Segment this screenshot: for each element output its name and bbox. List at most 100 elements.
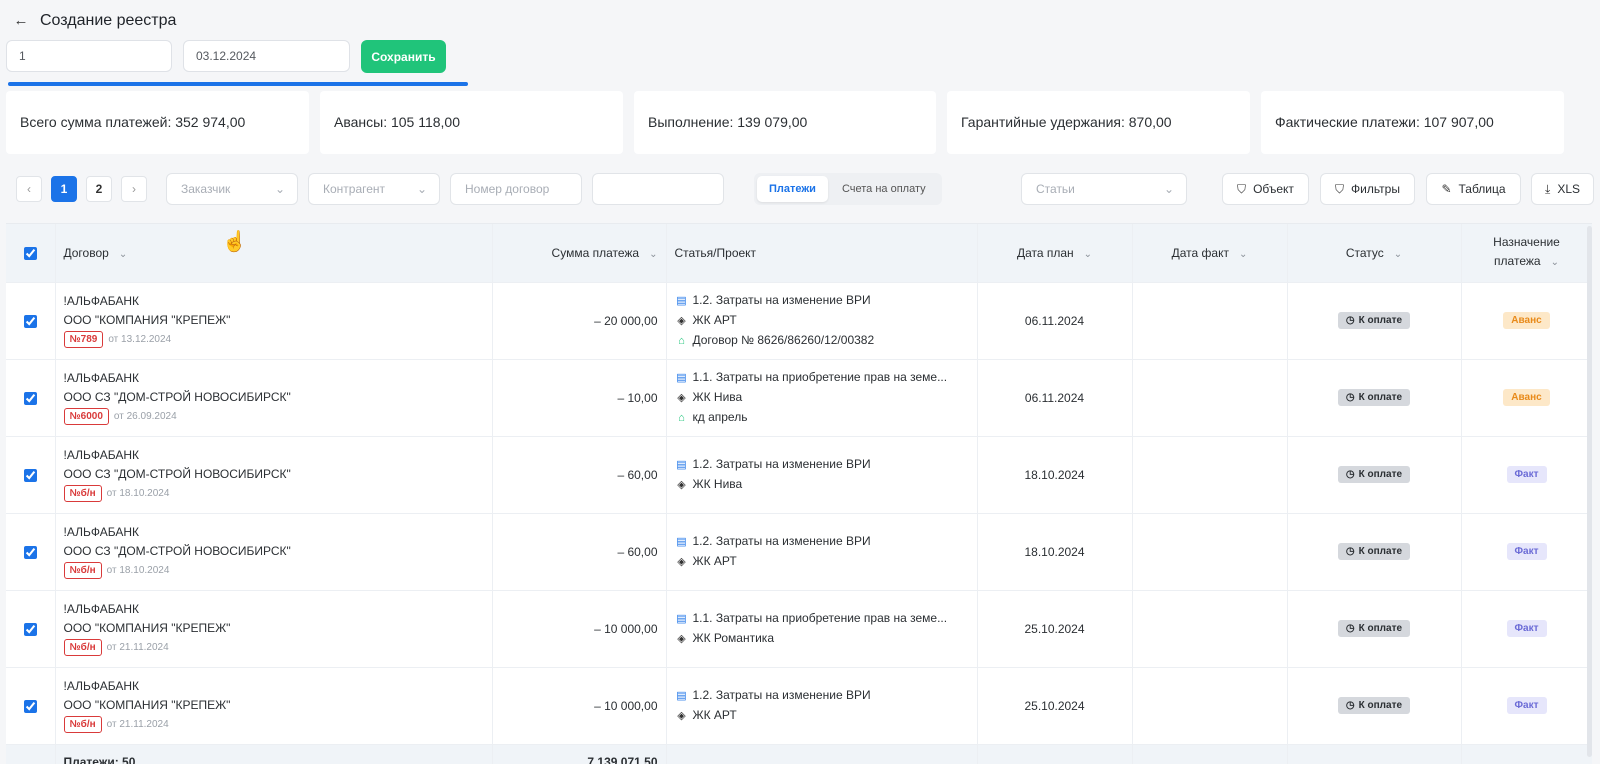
date-plan-cell: 06.11.2024: [977, 282, 1133, 360]
chevron-right-icon: ›: [132, 182, 136, 196]
funnel-icon: ⛉: [1237, 181, 1247, 196]
column-status[interactable]: Статус ⌄: [1287, 224, 1462, 283]
progress-bar: [8, 82, 468, 86]
payment-purpose-badge: Факт: [1506, 466, 1547, 483]
project-name: ЖК АРТ: [692, 707, 737, 722]
bank-name: !АЛЬФАБАНК: [63, 524, 140, 539]
arrow-left-icon: ←: [13, 12, 29, 29]
amount-cell: – 60,00: [492, 436, 667, 514]
table-scrollbar[interactable]: [1587, 226, 1592, 757]
contract-cell: !АЛЬФАБАНК ООО СЗ "ДОМ-СТРОЙ НОВОСИБИРСК"…: [55, 359, 493, 437]
table-row[interactable]: !АЛЬФАБАНК ООО "КОМПАНИЯ "КРЕПЕЖ" №б/н от 2…: [6, 590, 1592, 668]
table-row[interactable]: !АЛЬФАБАНК ООО "КОМПАНИЯ "КРЕПЕЖ" №789 от 1…: [6, 282, 1592, 360]
registry-number-input[interactable]: [6, 40, 172, 72]
row-checkbox[interactable]: [23, 468, 37, 482]
row-checkbox[interactable]: [23, 545, 37, 559]
clock-icon: ◷: [1345, 546, 1355, 557]
chevron-left-icon: ‹: [27, 182, 31, 196]
extra-search-input[interactable]: [592, 173, 724, 205]
date-plan-cell: 18.10.2024: [977, 436, 1133, 514]
filters-button[interactable]: ⛉ Фильтры: [1320, 173, 1415, 205]
table-settings-button[interactable]: ✎ Таблица: [1426, 173, 1521, 205]
tab-invoices[interactable]: Счета на оплату: [830, 176, 938, 202]
bank-name: !АЛЬФАБАНК: [63, 293, 140, 308]
customer-select[interactable]: Заказчик ⌄: [166, 173, 298, 205]
chevron-down-icon: ⌄: [274, 182, 285, 196]
bank-building-icon: ⌂: [678, 411, 685, 424]
project-name: ЖК Романтика: [692, 630, 775, 645]
purpose-cell: Факт: [1461, 436, 1592, 514]
column-date-fact[interactable]: Дата факт ⌄: [1132, 224, 1288, 283]
row-checkbox[interactable]: [23, 699, 37, 713]
pager-next-button[interactable]: ›: [121, 176, 147, 202]
column-article[interactable]: Статья/Проект: [666, 224, 978, 283]
object-filter-label: Объект: [1253, 182, 1294, 196]
amount-cell: – 10 000,00: [492, 667, 667, 745]
contract-number-tag[interactable]: №б/н: [63, 485, 102, 503]
column-article-label: Статья/Проект: [674, 245, 757, 260]
articles-select[interactable]: Статьи ⌄: [1021, 173, 1187, 205]
contract-date: от 18.10.2024: [106, 565, 170, 577]
clock-icon: ◷: [1345, 469, 1355, 480]
chevron-down-icon: ⌄: [1550, 257, 1559, 269]
pager-prev-button[interactable]: ‹: [16, 176, 42, 202]
article-name: 1.2. Затраты на изменение ВРИ: [692, 687, 871, 702]
summary-advances: Авансы: 105 118,00: [320, 91, 623, 154]
status-badge: ◷ К оплате: [1337, 620, 1411, 637]
registry-date-input[interactable]: [183, 40, 350, 72]
date-plan-cell: 18.10.2024: [977, 513, 1133, 591]
article-cell: ▤ 1.2. Затраты на изменение ВРИ ◈ ЖК АРТ: [666, 667, 978, 745]
contract-number-tag[interactable]: №6000: [63, 408, 109, 426]
export-xls-button[interactable]: ⤓ XLS: [1531, 173, 1594, 205]
column-date-plan[interactable]: Дата план ⌄: [977, 224, 1133, 283]
view-tabs: Платежи Счета на оплату: [754, 173, 942, 205]
status-cell: ◷ К оплате: [1287, 513, 1462, 591]
row-select-cell: [6, 513, 56, 591]
contract-number-tag[interactable]: №789: [63, 331, 104, 349]
save-button[interactable]: Сохранить: [361, 40, 446, 73]
tab-payments[interactable]: Платежи: [757, 176, 828, 202]
contract-number-tag[interactable]: №б/н: [63, 716, 102, 734]
table-row[interactable]: !АЛЬФАБАНК ООО СЗ "ДОМ-СТРОЙ НОВОСИБИРСК"…: [6, 436, 1592, 514]
funnel-icon: ⛉: [1335, 181, 1345, 196]
bank-name: !АЛЬФАБАНК: [63, 447, 140, 462]
column-purpose-label-2: платежа: [1494, 254, 1541, 269]
organization-name: ООО "КОМПАНИЯ "КРЕПЕЖ": [63, 697, 231, 712]
layers-icon: ◈: [677, 478, 686, 491]
row-checkbox[interactable]: [23, 622, 37, 636]
chevron-down-icon: ⌄: [1083, 248, 1093, 260]
select-all-checkbox[interactable]: [23, 246, 37, 260]
table-row[interactable]: !АЛЬФАБАНК ООО СЗ "ДОМ-СТРОЙ НОВОСИБИРСК"…: [6, 359, 1592, 437]
contract-date: от 18.10.2024: [106, 488, 170, 500]
amount-cell: – 60,00: [492, 513, 667, 591]
chevron-down-icon: ⌄: [416, 182, 427, 196]
counterparty-select[interactable]: Контрагент ⌄: [308, 173, 440, 205]
pager-page-1[interactable]: 1: [51, 176, 77, 202]
layers-icon: ◈: [677, 391, 686, 404]
row-checkbox[interactable]: [23, 391, 37, 405]
table-row[interactable]: !АЛЬФАБАНК ООО "КОМПАНИЯ "КРЕПЕЖ" №б/н от 2…: [6, 667, 1592, 745]
contract-number-tag[interactable]: №б/н: [63, 562, 102, 580]
status-text: К оплате: [1358, 469, 1403, 480]
back-button[interactable]: ←: [10, 10, 32, 32]
contract-number-tag[interactable]: №б/н: [63, 639, 102, 657]
clock-icon: ◷: [1345, 315, 1355, 326]
column-amount[interactable]: Сумма платежа ⌄: [492, 224, 667, 283]
contract-date: от 21.11.2024: [106, 719, 169, 731]
object-filter-button[interactable]: ⛉ Объект: [1222, 173, 1309, 205]
status-badge: ◷ К оплате: [1337, 543, 1411, 560]
purpose-cell: Факт: [1461, 513, 1592, 591]
pager-page-2[interactable]: 2: [86, 176, 112, 202]
column-contract[interactable]: Договор ⌄: [55, 224, 493, 283]
status-text: К оплате: [1358, 700, 1403, 711]
organization-name: ООО СЗ "ДОМ-СТРОЙ НОВОСИБИРСК": [63, 543, 291, 558]
row-checkbox[interactable]: [23, 314, 37, 328]
table-row[interactable]: !АЛЬФАБАНК ООО СЗ "ДОМ-СТРОЙ НОВОСИБИРСК"…: [6, 513, 1592, 591]
article-cell: ▤ 1.1. Затраты на приобретение прав на зе…: [666, 359, 978, 437]
article-name: 1.1. Затраты на приобретение прав на зем…: [692, 610, 948, 625]
status-badge: ◷ К оплате: [1337, 389, 1411, 406]
contract-number-input[interactable]: [450, 173, 582, 205]
article-cell: ▤ 1.2. Затраты на изменение ВРИ ◈ ЖК АРТ: [666, 513, 978, 591]
column-purpose[interactable]: Назначение платежа ⌄: [1461, 224, 1592, 283]
bank-building-icon: ⌂: [678, 334, 685, 347]
